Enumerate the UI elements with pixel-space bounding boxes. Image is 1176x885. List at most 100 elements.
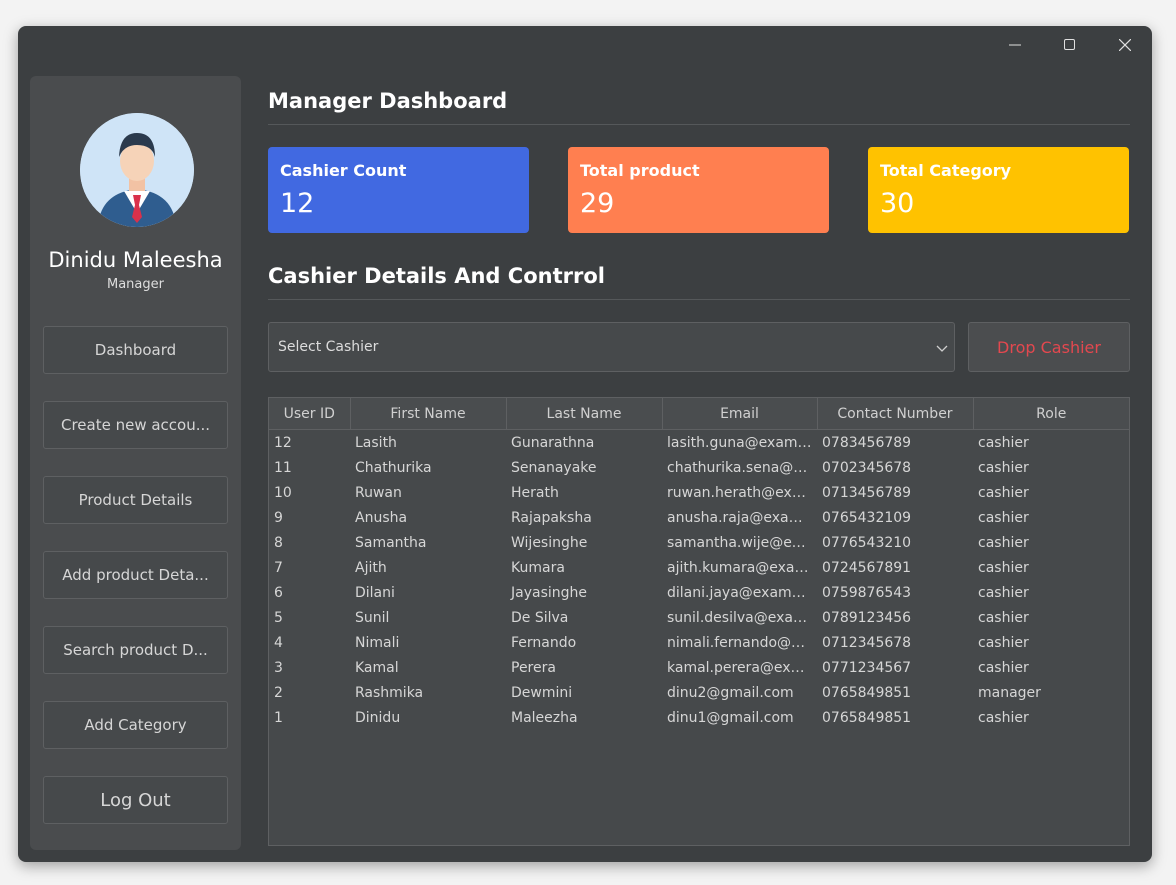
cell-user-id: 1 bbox=[274, 709, 283, 726]
cashier-table[interactable]: User ID First Name Last Name Email Conta… bbox=[268, 397, 1130, 846]
cashier-count-card: Cashier Count 12 bbox=[268, 147, 529, 233]
cell-last-name: Maleezha bbox=[511, 709, 578, 726]
user-avatar-icon bbox=[80, 113, 194, 227]
cell-email: nimali.fernando@exa... bbox=[667, 634, 817, 651]
cell-first-name: Rashmika bbox=[355, 684, 424, 701]
cell-contact: 0789123456 bbox=[822, 609, 912, 626]
cell-user-id: 10 bbox=[274, 484, 292, 501]
column-header[interactable]: Last Name bbox=[506, 398, 663, 430]
select-placeholder: Select Cashier bbox=[278, 339, 379, 355]
cell-first-name: Sunil bbox=[355, 609, 390, 626]
column-header[interactable]: User ID bbox=[269, 398, 351, 430]
user-role: Manager bbox=[107, 277, 164, 292]
cell-last-name: De Silva bbox=[511, 609, 569, 626]
table-row[interactable]: 8 Samantha Wijesinghe samantha.wije@exam...… bbox=[269, 530, 1129, 555]
card-value: 29 bbox=[580, 188, 615, 219]
cell-email: dilani.jaya@example.l... bbox=[667, 584, 817, 601]
cell-email: kamal.perera@exam... bbox=[667, 659, 817, 676]
title-divider bbox=[268, 124, 1130, 125]
table-header-row: User ID First Name Last Name Email Conta… bbox=[269, 398, 1129, 430]
cell-role: cashier bbox=[978, 434, 1029, 451]
cell-user-id: 4 bbox=[274, 634, 283, 651]
cell-first-name: Dinidu bbox=[355, 709, 401, 726]
chevron-down-icon bbox=[936, 341, 948, 357]
cell-email: ruwan.herath@examp... bbox=[667, 484, 817, 501]
cell-email: dinu2@gmail.com bbox=[667, 684, 794, 701]
column-header[interactable]: Email bbox=[662, 398, 818, 430]
table-row[interactable]: 5 Sunil De Silva sunil.desilva@exampl... 078… bbox=[269, 605, 1129, 630]
cell-contact: 0771234567 bbox=[822, 659, 912, 676]
table-row[interactable]: 7 Ajith Kumara ajith.kumara@exampl... 072456… bbox=[269, 555, 1129, 580]
table-row[interactable]: 3 Kamal Perera kamal.perera@exam... 07712345… bbox=[269, 655, 1129, 680]
add-product-button[interactable]: Add product Deta... bbox=[43, 551, 228, 599]
cell-contact: 0776543210 bbox=[822, 534, 912, 551]
search-product-button[interactable]: Search product D... bbox=[43, 626, 228, 674]
cell-last-name: Kumara bbox=[511, 559, 565, 576]
column-header[interactable]: Role bbox=[973, 398, 1129, 430]
cell-role: cashier bbox=[978, 534, 1029, 551]
cell-contact: 0765849851 bbox=[822, 684, 912, 701]
cell-user-id: 6 bbox=[274, 584, 283, 601]
table-row[interactable]: 11 Chathurika Senanayake chathurika.sena@ex… bbox=[269, 455, 1129, 480]
table-row[interactable]: 1 Dinidu Maleezha dinu1@gmail.com 0765849851… bbox=[269, 705, 1129, 730]
cell-contact: 0783456789 bbox=[822, 434, 912, 451]
cell-user-id: 12 bbox=[274, 434, 292, 451]
table-row[interactable]: 2 Rashmika Dewmini dinu2@gmail.com 076584985… bbox=[269, 680, 1129, 705]
card-title: Cashier Count bbox=[280, 161, 407, 180]
cell-user-id: 3 bbox=[274, 659, 283, 676]
cell-role: manager bbox=[978, 684, 1041, 701]
cell-role: cashier bbox=[978, 709, 1029, 726]
dashboard-button[interactable]: Dashboard bbox=[43, 326, 228, 374]
cell-first-name: Lasith bbox=[355, 434, 397, 451]
table-row[interactable]: 4 Nimali Fernando nimali.fernando@exa... 071… bbox=[269, 630, 1129, 655]
cell-last-name: Fernando bbox=[511, 634, 577, 651]
cell-first-name: Ruwan bbox=[355, 484, 402, 501]
cell-last-name: Rajapaksha bbox=[511, 509, 592, 526]
sidebar: Dinidu Maleesha Manager Dashboard Create… bbox=[30, 76, 241, 850]
card-title: Total Category bbox=[880, 161, 1012, 180]
logout-button[interactable]: Log Out bbox=[43, 776, 228, 824]
cell-first-name: Kamal bbox=[355, 659, 399, 676]
cashier-select[interactable]: Select Cashier bbox=[268, 322, 955, 372]
create-account-button[interactable]: Create new accou... bbox=[43, 401, 228, 449]
cell-role: cashier bbox=[978, 584, 1029, 601]
cell-user-id: 11 bbox=[274, 459, 292, 476]
cell-user-id: 7 bbox=[274, 559, 283, 576]
cell-last-name: Perera bbox=[511, 659, 556, 676]
column-header[interactable]: First Name bbox=[350, 398, 507, 430]
cell-user-id: 2 bbox=[274, 684, 283, 701]
add-category-button[interactable]: Add Category bbox=[43, 701, 228, 749]
cell-email: lasith.guna@example... bbox=[667, 434, 817, 451]
cell-user-id: 9 bbox=[274, 509, 283, 526]
cell-user-id: 8 bbox=[274, 534, 283, 551]
table-row[interactable]: 9 Anusha Rajapaksha anusha.raja@example... 0… bbox=[269, 505, 1129, 530]
cell-first-name: Anusha bbox=[355, 509, 408, 526]
user-name: Dinidu Maleesha bbox=[48, 248, 223, 272]
cell-role: cashier bbox=[978, 659, 1029, 676]
cell-role: cashier bbox=[978, 634, 1029, 651]
cell-first-name: Dilani bbox=[355, 584, 395, 601]
cell-email: ajith.kumara@exampl... bbox=[667, 559, 817, 576]
avatar bbox=[80, 113, 194, 227]
cell-email: anusha.raja@example... bbox=[667, 509, 817, 526]
card-value: 12 bbox=[280, 188, 315, 219]
cell-email: chathurika.sena@exa... bbox=[667, 459, 817, 476]
cell-first-name: Chathurika bbox=[355, 459, 432, 476]
cell-last-name: Dewmini bbox=[511, 684, 573, 701]
column-header[interactable]: Contact Number bbox=[817, 398, 974, 430]
cell-first-name: Samantha bbox=[355, 534, 427, 551]
cell-contact: 0713456789 bbox=[822, 484, 912, 501]
cell-last-name: Gunarathna bbox=[511, 434, 595, 451]
table-row[interactable]: 10 Ruwan Herath ruwan.herath@examp... 071345… bbox=[269, 480, 1129, 505]
drop-cashier-button[interactable]: Drop Cashier bbox=[968, 322, 1130, 372]
cell-email: sunil.desilva@exampl... bbox=[667, 609, 817, 626]
cell-contact: 0724567891 bbox=[822, 559, 912, 576]
app-window: Dinidu Maleesha Manager Dashboard Create… bbox=[18, 26, 1152, 862]
product-details-button[interactable]: Product Details bbox=[43, 476, 228, 524]
table-row[interactable]: 6 Dilani Jayasinghe dilani.jaya@example.l..… bbox=[269, 580, 1129, 605]
table-row[interactable]: 12 Lasith Gunarathna lasith.guna@example...… bbox=[269, 430, 1129, 456]
card-value: 30 bbox=[880, 188, 915, 219]
cell-contact: 0759876543 bbox=[822, 584, 912, 601]
cell-role: cashier bbox=[978, 609, 1029, 626]
cell-role: cashier bbox=[978, 509, 1029, 526]
